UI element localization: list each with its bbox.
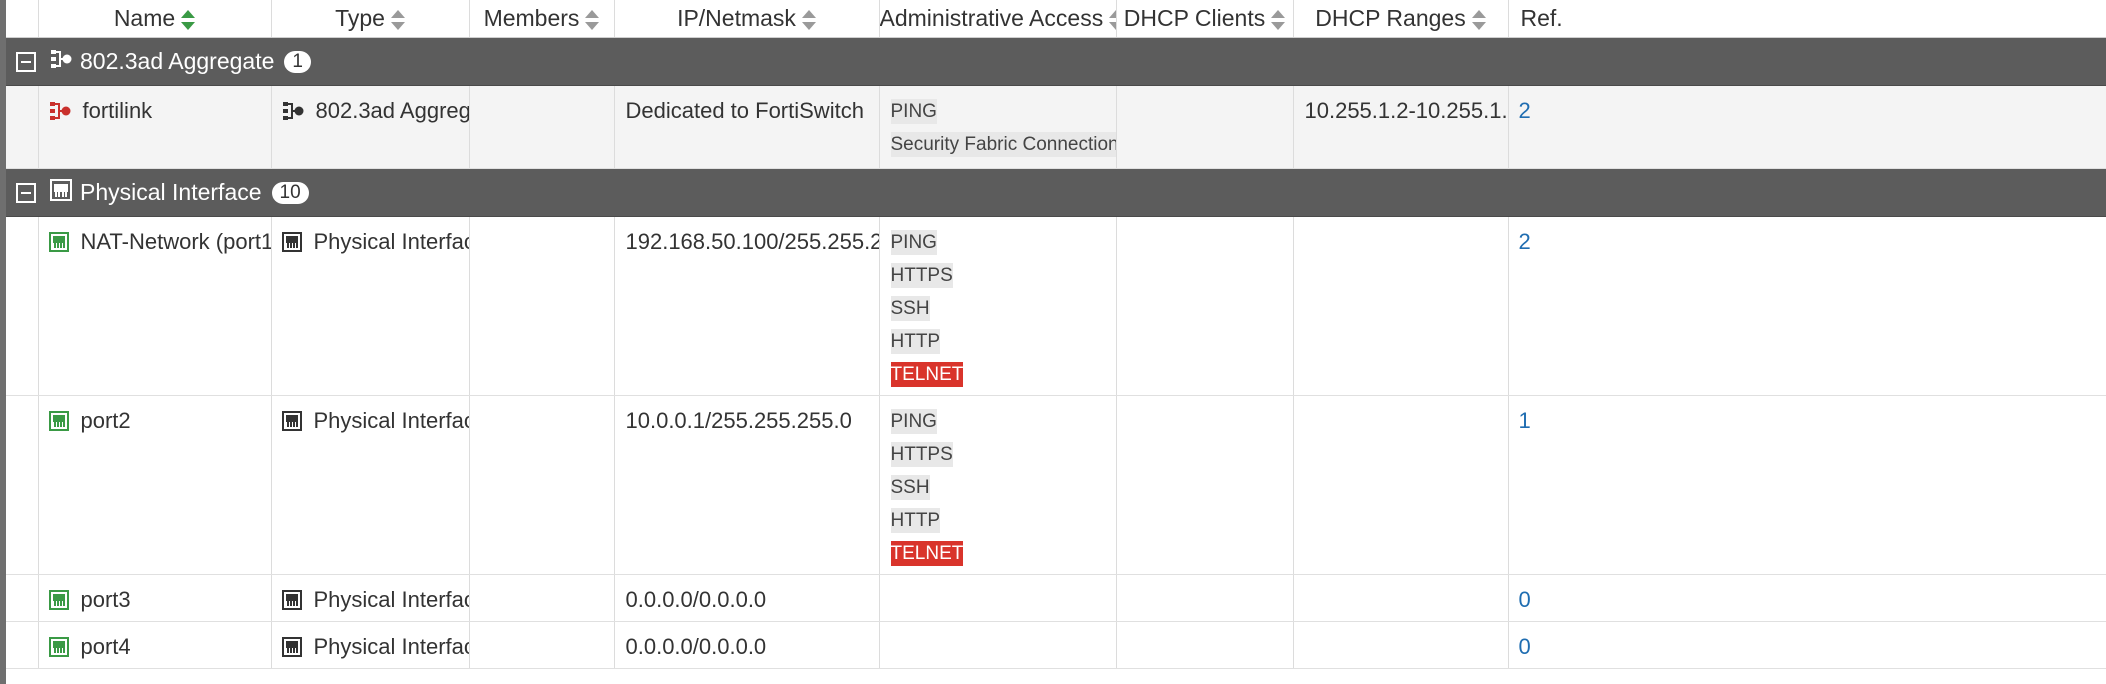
- members-cell: [469, 395, 615, 575]
- interfaces-table: Name Type Members IP/Netmask Administrat…: [6, 0, 2106, 669]
- access-tag: HTTP: [890, 508, 941, 533]
- access-cell: [879, 574, 1117, 622]
- column-header-members[interactable]: Members: [469, 0, 615, 38]
- ethernet-port-icon: [281, 411, 302, 431]
- access-tag-warning: TELNET: [890, 541, 964, 566]
- collapse-icon[interactable]: [16, 51, 36, 72]
- column-header-ip-netmask[interactable]: IP/Netmask: [614, 0, 880, 38]
- group-count-badge: 10: [271, 181, 309, 204]
- group-row-physical[interactable]: Physical Interface 10: [6, 168, 2106, 217]
- access-tag: PING: [890, 409, 937, 434]
- access-tag-warning: TELNET: [890, 362, 964, 387]
- ip-netmask: 0.0.0.0/0.0.0.0: [625, 634, 767, 659]
- aggregate-icon: [282, 100, 304, 122]
- ethernet-port-icon: [281, 232, 302, 252]
- sort-icon[interactable]: [390, 9, 405, 31]
- sort-icon[interactable]: [1471, 9, 1486, 31]
- ref-count-link[interactable]: 2: [1509, 229, 2106, 255]
- group-count-badge: 1: [284, 50, 311, 73]
- column-header-ref[interactable]: Ref.: [1508, 0, 2106, 38]
- interface-name[interactable]: port2: [81, 408, 131, 434]
- dhcp-clients-cell: [1116, 216, 1294, 396]
- left-edge: [0, 0, 6, 684]
- table-row[interactable]: port2 Physical Interface 10.0.0.1/255.25…: [6, 395, 2106, 575]
- collapse-icon[interactable]: [16, 182, 36, 203]
- ethernet-port-icon: [48, 232, 69, 252]
- members-cell: [469, 621, 615, 669]
- ethernet-port-icon: [50, 178, 72, 207]
- ref-count-link[interactable]: 1: [1509, 408, 2106, 434]
- interface-type: 802.3ad Aggregate: [315, 98, 469, 123]
- ip-netmask: Dedicated to FortiSwitch: [625, 98, 864, 123]
- sort-icon[interactable]: [801, 9, 816, 31]
- access-tag: PING: [890, 99, 937, 124]
- members-cell: [469, 85, 615, 169]
- sort-icon[interactable]: [1271, 9, 1286, 31]
- access-tag: Security Fabric Connection: [890, 132, 1115, 157]
- column-header-administrative-access[interactable]: Administrative Access: [879, 0, 1117, 38]
- interface-type: Physical Interface: [313, 587, 469, 612]
- ref-count-link[interactable]: 0: [1509, 587, 2106, 613]
- access-tag: HTTPS: [890, 442, 953, 467]
- access-tag: SSH: [890, 475, 930, 500]
- access-tag: SSH: [890, 296, 930, 321]
- aggregate-icon: [50, 48, 72, 76]
- sort-icon[interactable]: [181, 9, 196, 31]
- ip-netmask: 10.0.0.1/255.255.255.0: [625, 408, 852, 433]
- group-label: 802.3ad Aggregate: [80, 48, 275, 74]
- members-cell: [469, 216, 615, 396]
- table-row[interactable]: NAT-Network (port1) Physical Interface 1…: [6, 216, 2106, 396]
- expander-header: [6, 0, 39, 38]
- dhcp-clients-cell: [1116, 574, 1294, 622]
- access-tag: HTTPS: [890, 263, 953, 288]
- ethernet-port-icon: [281, 590, 302, 610]
- interface-name[interactable]: NAT-Network (port1): [81, 229, 271, 255]
- column-header-type[interactable]: Type: [271, 0, 470, 38]
- access-tag: HTTP: [890, 329, 941, 354]
- dhcp-clients-cell: [1116, 85, 1294, 169]
- interface-name[interactable]: fortilink: [83, 98, 153, 124]
- interface-type: Physical Interface: [313, 634, 469, 659]
- members-cell: [469, 574, 615, 622]
- interface-type: Physical Interface: [313, 408, 469, 433]
- sort-icon[interactable]: [585, 9, 600, 31]
- dhcp-ranges: 10.255.1.2-10.255.1.254: [1304, 98, 1508, 123]
- ethernet-port-icon: [48, 637, 69, 657]
- interface-name[interactable]: port4: [81, 634, 131, 660]
- ip-netmask: 192.168.50.100/255.255.255.0: [625, 229, 879, 254]
- interface-name[interactable]: port3: [81, 587, 131, 613]
- ethernet-port-icon: [281, 637, 302, 657]
- group-label: Physical Interface: [80, 179, 262, 205]
- header-row: Name Type Members IP/Netmask Administrat…: [6, 0, 2106, 38]
- interface-type: Physical Interface: [313, 229, 469, 254]
- column-header-name[interactable]: Name: [38, 0, 272, 38]
- ethernet-port-icon: [48, 590, 69, 610]
- dhcp-clients-cell: [1116, 621, 1294, 669]
- access-cell: [879, 621, 1117, 669]
- column-header-dhcp-clients[interactable]: DHCP Clients: [1116, 0, 1294, 38]
- table-row[interactable]: port3 Physical Interface 0.0.0.0/0.0.0.0: [6, 574, 2106, 622]
- interfaces-table-view: Name Type Members IP/Netmask Administrat…: [0, 0, 2106, 684]
- ethernet-port-icon: [48, 411, 69, 431]
- group-row-aggregate[interactable]: 802.3ad Aggregate 1: [6, 37, 2106, 86]
- ip-netmask: 0.0.0.0/0.0.0.0: [625, 587, 767, 612]
- table-row[interactable]: fortilink 802.3ad Aggregate Dedicated to…: [6, 85, 2106, 169]
- ref-count-link[interactable]: 0: [1509, 634, 2106, 660]
- ref-count-link[interactable]: 2: [1509, 98, 2106, 124]
- sort-icon[interactable]: [1109, 9, 1115, 31]
- access-tag: PING: [890, 230, 937, 255]
- dhcp-clients-cell: [1116, 395, 1294, 575]
- column-header-dhcp-ranges[interactable]: DHCP Ranges: [1293, 0, 1509, 38]
- table-row[interactable]: port4 Physical Interface 0.0.0.0/0.0.0.0: [6, 621, 2106, 669]
- aggregate-icon: [49, 100, 71, 122]
